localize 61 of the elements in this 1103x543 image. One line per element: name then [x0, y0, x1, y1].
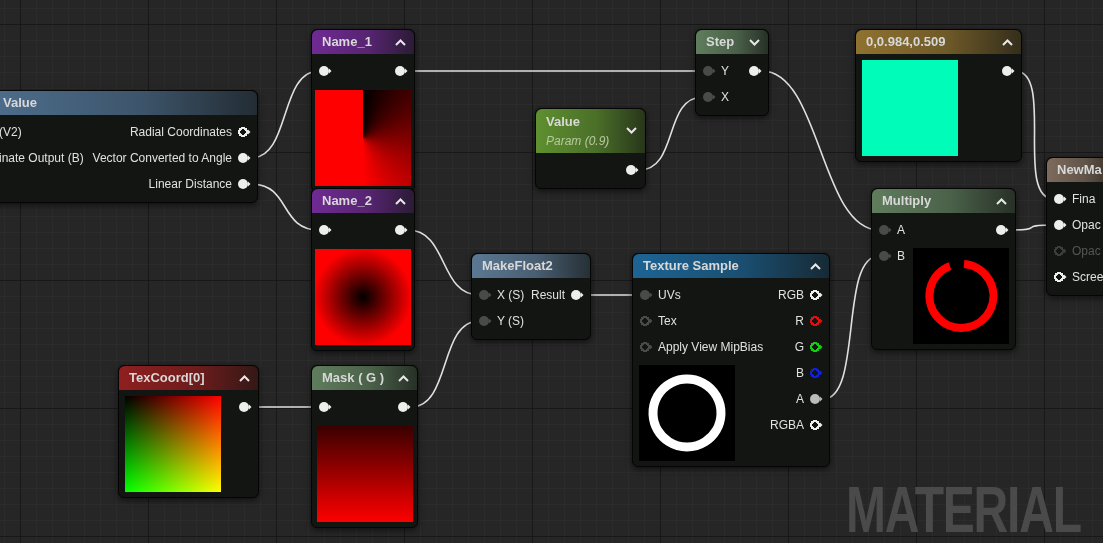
node-header[interactable]: MakeFloat2 [472, 254, 590, 278]
node-header[interactable]: TexCoord[0] [119, 366, 258, 390]
pin-label: Radial Coordinates [129, 124, 232, 141]
node-card[interactable]: Multiply A B [871, 188, 1016, 350]
pin-label: Apply View MipBias [658, 339, 764, 356]
pin-label: Y (S) [497, 313, 525, 330]
node-header[interactable]: Mask ( G ) [312, 366, 417, 390]
node-title: Value [546, 113, 581, 131]
node-card[interactable]: Name_2 [311, 188, 415, 351]
node-header[interactable]: Step [696, 30, 768, 54]
pin-label: R [795, 313, 804, 330]
pin-label: B [897, 248, 905, 265]
pin-label: Linear Distance [148, 176, 232, 193]
node-header[interactable]: Name_2 [312, 189, 414, 213]
node-header[interactable]: NewMa [1047, 158, 1103, 182]
node-header[interactable]: Value Param (0.9) [536, 109, 645, 153]
node-title: TexCoord[0] [129, 369, 205, 388]
node-card[interactable]: Value Param (0.9) [535, 108, 646, 189]
node-title: Value [3, 94, 37, 113]
pin-label: inate Output (B) [0, 150, 84, 167]
pin-label: (V2) [0, 124, 22, 141]
node-title: 0,0.984,0.509 [866, 33, 946, 52]
node-header[interactable]: Name_1 [312, 30, 414, 54]
node-card[interactable]: TexCoord[0] [118, 365, 259, 498]
node-title: Texture Sample [643, 257, 739, 276]
node-card[interactable]: Mask ( G ) [311, 365, 418, 528]
node-title: MakeFloat2 [482, 257, 553, 276]
pin-label: Y [721, 63, 729, 80]
pin-label: A [897, 222, 905, 239]
node-title: NewMa [1057, 161, 1102, 180]
pin-label: X [721, 89, 729, 106]
node-card[interactable]: Name_1 [311, 29, 415, 192]
node-subtitle: Param (0.9) [546, 132, 610, 150]
pin-label: B [796, 365, 804, 382]
pin-label: Tex [658, 313, 677, 330]
node-card[interactable]: Value (V2) inate Output (B) Radial Coordinates Vector Converted to Angle Linear Distance [0, 90, 258, 203]
node-title: Step [706, 33, 735, 52]
node-header[interactable]: Multiply [872, 189, 1015, 213]
pin-label: A [796, 391, 804, 408]
pin-label: Fina [1072, 191, 1096, 208]
pin-label: G [794, 339, 804, 356]
pin-label: UVs [658, 287, 681, 304]
node-header[interactable]: Value [0, 91, 257, 115]
node-title: Mask ( G ) [322, 369, 385, 388]
node-card[interactable]: MakeFloat2 X (S) Y (S) Result [471, 253, 591, 340]
pin-label: Vector Converted to Angle [92, 150, 232, 167]
node-card[interactable]: 0,0.984,0.509 [855, 29, 1022, 162]
pin-label: X (S) [497, 287, 525, 304]
node-title: Multiply [882, 192, 932, 211]
node-header[interactable]: 0,0.984,0.509 [856, 30, 1021, 54]
node-card[interactable]: Step Y X [695, 29, 769, 116]
node-card[interactable]: Texture Sample UVs Tex Apply View MipBias RGB R G B A RGBA [632, 253, 830, 467]
pin-label: RGBA [770, 417, 804, 434]
pin-label: Scree [1072, 269, 1103, 286]
node-title: Name_1 [322, 33, 372, 52]
pin-label: RGB [778, 287, 804, 304]
node-title: Name_2 [322, 192, 372, 211]
pin-label: Result [531, 287, 565, 304]
pin-label: Opac [1072, 243, 1101, 260]
pin-label: Opac [1072, 217, 1101, 234]
node-header[interactable]: Texture Sample [633, 254, 829, 278]
